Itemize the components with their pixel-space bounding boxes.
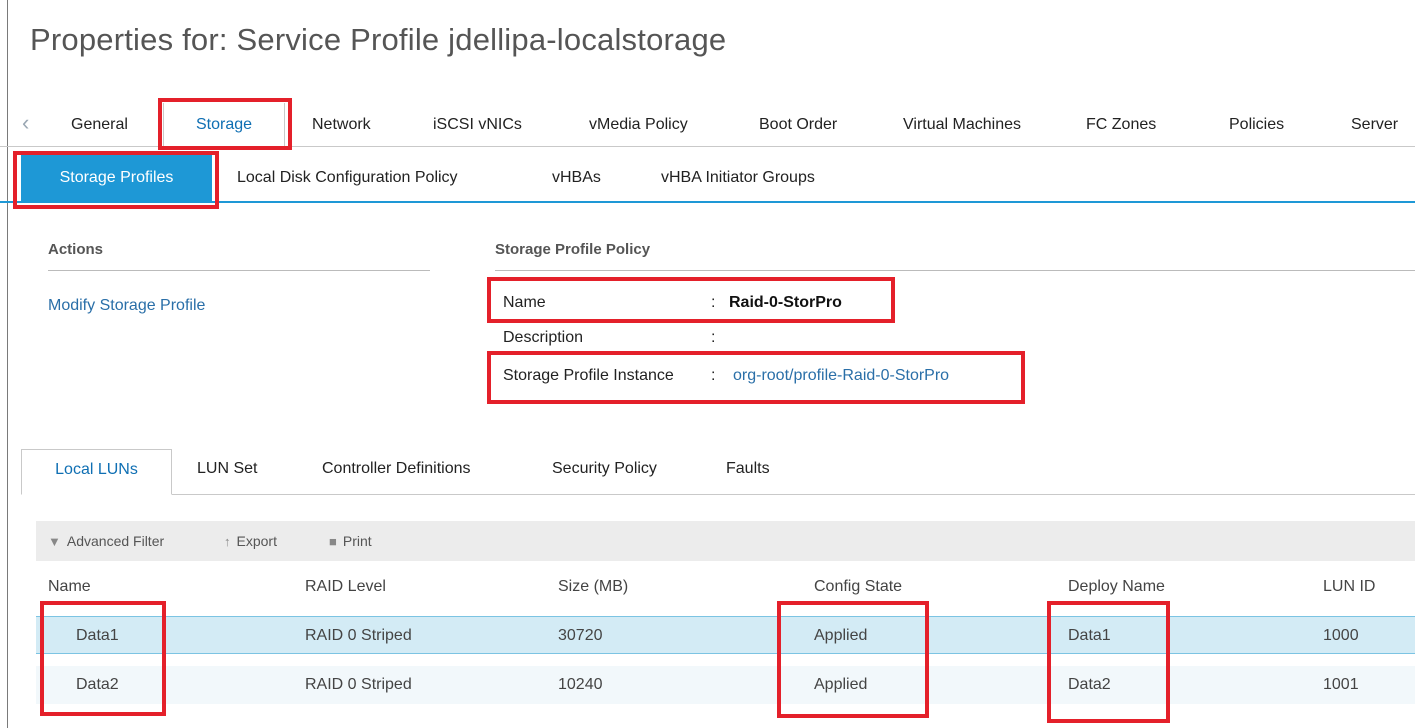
col-header-lun-id[interactable]: LUN ID	[1323, 578, 1375, 596]
tab-server[interactable]: Server	[1351, 103, 1415, 147]
advanced-filter-label: Advanced Filter	[66, 533, 165, 549]
bottom-tab-divider	[172, 494, 1415, 495]
policy-instance-link[interactable]: org-root/profile-Raid-0-StorPro	[733, 367, 949, 385]
cell-config-state: Applied	[814, 627, 868, 644]
col-header-config-state[interactable]: Config State	[814, 578, 902, 596]
export-label: Export	[236, 533, 277, 549]
tab-policies[interactable]: Policies	[1229, 103, 1284, 147]
policy-instance-label: Storage Profile Instance	[503, 367, 674, 384]
modify-storage-profile-link[interactable]: Modify Storage Profile	[48, 297, 205, 315]
top-tab-divider	[284, 146, 1415, 147]
advanced-filter-button[interactable]: ▼ Advanced Filter	[48, 521, 164, 561]
tab-boot-order[interactable]: Boot Order	[759, 103, 837, 147]
export-arrow-icon: ↑	[224, 534, 231, 549]
export-button[interactable]: ↑ Export	[224, 521, 277, 561]
cell-lun-id: 1000	[1323, 627, 1359, 644]
subtab-local-disk-config-policy[interactable]: Local Disk Configuration Policy	[237, 155, 458, 201]
tab-iscsi-vnics[interactable]: iSCSI vNICs	[433, 103, 522, 147]
policy-name-separator: :	[711, 294, 716, 311]
actions-rule	[48, 270, 430, 271]
top-tab-divider-left	[0, 146, 163, 147]
cell-deploy-name: Data1	[1068, 627, 1111, 644]
cell-raid-level: RAID 0 Striped	[305, 676, 412, 693]
policy-name-value: Raid-0-StorPro	[729, 294, 842, 311]
tab-fc-zones[interactable]: FC Zones	[1086, 103, 1156, 147]
tab-lun-set[interactable]: LUN Set	[197, 449, 257, 495]
page-title: Properties for: Service Profile jdellipa…	[30, 22, 727, 57]
cell-size: 30720	[558, 627, 603, 644]
table-row[interactable]: Data1 RAID 0 Striped 30720 Applied Data1…	[36, 616, 1415, 654]
subtab-vhbas[interactable]: vHBAs	[552, 155, 601, 201]
cell-deploy-name: Data2	[1068, 676, 1111, 693]
table-toolbar: ▼ Advanced Filter ↑ Export ■ Print	[36, 521, 1415, 561]
tab-vmedia-policy[interactable]: vMedia Policy	[589, 103, 688, 147]
policy-instance-separator: :	[711, 367, 716, 384]
actions-heading: Actions	[48, 241, 104, 258]
cell-size: 10240	[558, 676, 603, 693]
filter-icon: ▼	[48, 534, 61, 549]
cell-config-state: Applied	[814, 676, 868, 693]
cell-lun-id: 1001	[1323, 676, 1359, 693]
tab-faults[interactable]: Faults	[726, 449, 770, 495]
cell-name: Data2	[76, 676, 119, 693]
policy-description-separator: :	[711, 329, 716, 346]
policy-heading: Storage Profile Policy	[495, 241, 651, 258]
subtab-storage-profiles[interactable]: Storage Profiles	[21, 155, 212, 201]
tab-local-luns[interactable]: Local LUNs	[21, 449, 172, 495]
print-button[interactable]: ■ Print	[329, 521, 372, 561]
tab-controller-definitions[interactable]: Controller Definitions	[322, 449, 471, 495]
policy-rule	[495, 270, 1415, 271]
subtab-vhba-initiator-groups[interactable]: vHBA Initiator Groups	[661, 155, 815, 201]
policy-name-label: Name	[503, 294, 546, 311]
sub-tab-underline	[0, 201, 1415, 203]
col-header-size[interactable]: Size (MB)	[558, 578, 628, 596]
tab-storage[interactable]: Storage	[163, 103, 285, 147]
table-row[interactable]: Data2 RAID 0 Striped 10240 Applied Data2…	[36, 666, 1415, 704]
tab-security-policy[interactable]: Security Policy	[552, 449, 657, 495]
cell-name: Data1	[76, 627, 119, 644]
printer-icon: ■	[329, 534, 337, 549]
policy-description-label: Description	[503, 329, 584, 346]
top-tab-bar: General Storage Network iSCSI vNICs vMed…	[0, 103, 1415, 147]
print-label: Print	[342, 533, 372, 549]
tab-virtual-machines[interactable]: Virtual Machines	[903, 103, 1021, 147]
col-header-name[interactable]: Name	[48, 578, 91, 596]
col-header-raid-level[interactable]: RAID Level	[305, 578, 386, 596]
col-header-deploy-name[interactable]: Deploy Name	[1068, 578, 1165, 596]
tab-general[interactable]: General	[71, 103, 128, 147]
sub-tab-bar: Storage Profiles Local Disk Configuratio…	[0, 155, 1415, 203]
cell-raid-level: RAID 0 Striped	[305, 627, 412, 644]
tab-network[interactable]: Network	[312, 103, 371, 147]
